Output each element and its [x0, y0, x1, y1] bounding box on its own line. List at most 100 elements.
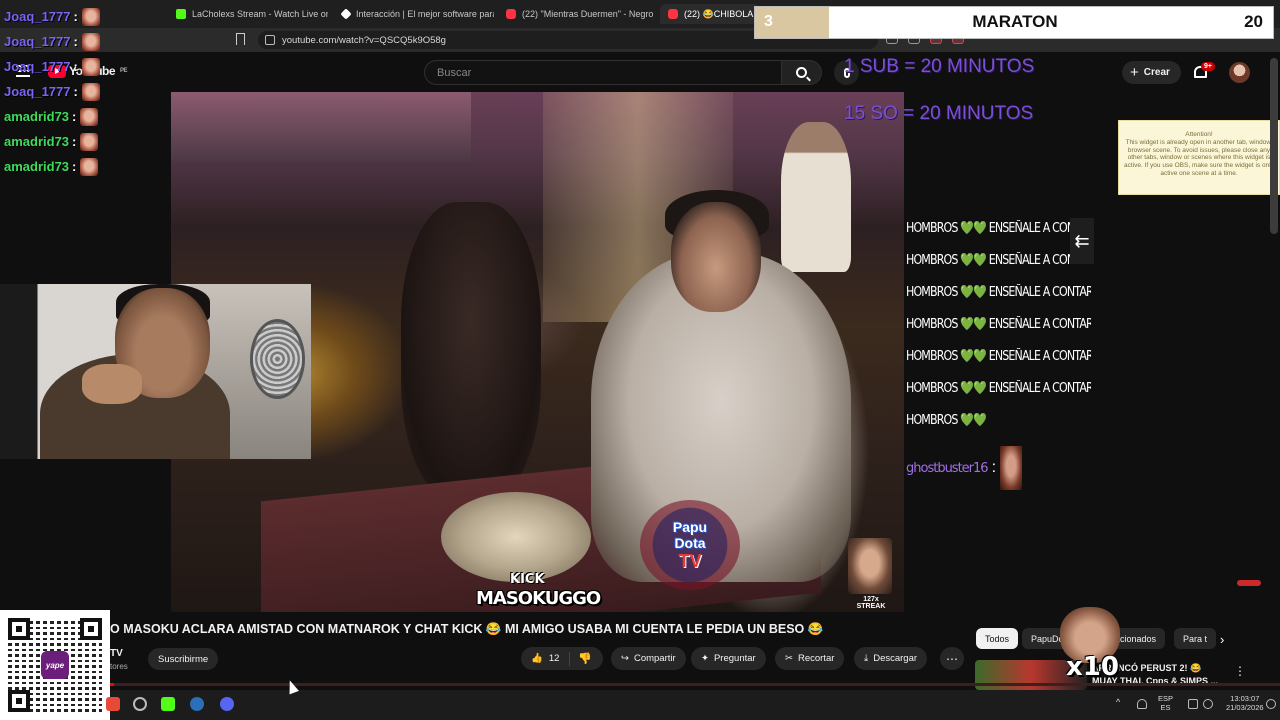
language-indicator[interactable]: ESP ES	[1158, 694, 1173, 713]
video-sky	[171, 92, 471, 162]
search-button[interactable]	[782, 60, 822, 85]
channel-name[interactable]: TV	[110, 648, 123, 659]
browser-tab[interactable]: (22) "Mientras Duermen" - Negro Go	[498, 4, 654, 24]
papu-text: Papu	[672, 518, 708, 535]
chip-todos[interactable]: Todos	[976, 628, 1019, 649]
chat-username: amadrid73	[4, 134, 70, 149]
video-title: O MASOKU ACLARA AMISTAD CON MATNAROK Y C…	[110, 622, 824, 636]
video-progress-fill	[110, 683, 114, 686]
x10-label: x10	[1066, 652, 1119, 682]
site-info-icon[interactable]	[265, 35, 275, 45]
more-actions-icon[interactable]: ⋯	[940, 647, 964, 670]
chat-colon: :	[73, 84, 78, 99]
clock[interactable]: 13:03:07 21/03/2026	[1226, 694, 1264, 713]
chat-emote	[81, 57, 100, 76]
chat-line: Joaq_1777:	[4, 4, 116, 29]
like-dislike-group: 👍 12 👎	[521, 647, 603, 670]
bookmark-icon[interactable]	[236, 33, 245, 45]
browser-tab-active[interactable]: (22) 😂CHIBOLA	[660, 4, 760, 24]
browser-tab[interactable]: Interacción | El mejor software para p	[334, 4, 494, 24]
chevron-up-icon[interactable]: ^	[1116, 697, 1126, 707]
chevron-right-icon[interactable]: ›	[1220, 632, 1224, 647]
clip-label: Recortar	[797, 653, 835, 664]
page-scrollbar[interactable]	[1270, 58, 1278, 234]
chat-colon: :	[72, 134, 77, 149]
video-waitress	[781, 122, 851, 272]
chat-username: amadrid73	[4, 159, 70, 174]
clock-time: 13:03:07	[1230, 694, 1260, 703]
thumbs-up-icon: 👍	[531, 653, 543, 664]
chat-spam-list: HOMBROS 💚💚 ENSEÑALE A CON HOMBROS 💚💚 ENSE…	[906, 212, 1091, 436]
steam-taskbar-icon[interactable]	[190, 697, 204, 711]
kick-taskbar-icon[interactable]	[161, 697, 175, 711]
sidebar-expand-icon[interactable]: ⇇	[1070, 218, 1094, 264]
volume-tray-icon[interactable]	[1203, 699, 1213, 709]
microphone-tray-icon[interactable]	[1137, 699, 1147, 709]
chat-colon: :	[72, 159, 77, 174]
brave-taskbar-icon[interactable]	[106, 697, 120, 711]
channel-subscribers: tores	[110, 662, 128, 671]
chat-spam-line: HOMBROS 💚💚 ENSEÑALE A CONTAR	[906, 284, 1091, 300]
video-man-head	[671, 202, 761, 312]
yape-logo: yape	[41, 651, 69, 679]
recommendation-menu-icon[interactable]: ⋮	[1234, 664, 1246, 678]
clock-date: 21/03/2026	[1226, 703, 1264, 713]
chip-para-ti[interactable]: Para t	[1174, 628, 1217, 649]
monitor-tray-icon[interactable]	[1188, 699, 1198, 709]
subscribe-button[interactable]: Suscribirme	[148, 648, 219, 670]
warning-title: Attention!	[1185, 131, 1213, 138]
chat-emote	[80, 157, 99, 176]
notification-tray-icon[interactable]	[1266, 699, 1276, 709]
tv-text: TV	[678, 550, 702, 571]
video-plate	[441, 492, 591, 582]
maraton-widget: 3 MARATON 20	[754, 6, 1274, 39]
chat-emote	[80, 132, 99, 151]
share-label: Compartir	[633, 653, 676, 664]
chat-spam-line: HOMBROS 💚💚 ENSEÑALE A CONTAR	[906, 316, 1091, 332]
chat-username: ghostbuster16	[906, 460, 989, 476]
chat-emote	[81, 32, 100, 51]
obs-taskbar-icon[interactable]	[133, 697, 147, 711]
papu-dota-tv-logo: Papu Dota TV	[640, 500, 740, 590]
download-button[interactable]: ⤓ Descargar	[854, 647, 928, 670]
browser-tab[interactable]: LaCholexs Stream - Watch Live on Ki	[168, 4, 328, 24]
create-label: Crear	[1143, 67, 1170, 78]
kick-logo-text: KICK	[510, 572, 545, 587]
chat-spam-line: HOMBROS 💚💚 ENSEÑALE A CONTAR	[906, 380, 1091, 396]
language-top: ESP	[1158, 694, 1174, 703]
share-arrow-icon: ↪	[621, 653, 629, 664]
tab-label: (22) "Mientras Duermen" - Negro Go	[522, 9, 654, 19]
dislike-button[interactable]: 👎	[570, 652, 592, 665]
chat-username: Joaq_1777	[4, 9, 71, 24]
like-count: 12	[548, 653, 560, 664]
webcam-fan	[250, 319, 305, 399]
chat-spam-line: HOMBROS 💚💚 ENSEÑALE A CON	[906, 220, 1075, 236]
create-button[interactable]: + Crear	[1122, 61, 1181, 84]
sub-rule-text: 1 SUB = 20 MINUTOS	[844, 56, 1035, 77]
chat-colon: :	[73, 34, 78, 49]
clip-button[interactable]: ✂ Recortar	[775, 647, 845, 670]
chat-line: Joaq_1777:	[4, 79, 116, 104]
discord-taskbar-icon[interactable]	[220, 697, 234, 711]
maraton-count: 3	[755, 7, 829, 38]
ask-button[interactable]: ✦ Preguntar	[691, 647, 766, 670]
sparkle-icon: ✦	[701, 653, 709, 664]
like-button[interactable]: 👍 12	[521, 651, 571, 666]
url-text: youtube.com/watch?v=QSCQ5k9O58g	[282, 34, 446, 46]
webcam-feed	[0, 284, 311, 459]
chat-spam-line: HOMBROS 💚💚	[906, 412, 987, 428]
warning-body: This widget is already open in another t…	[1124, 138, 1274, 177]
streak-emote	[848, 538, 892, 594]
account-avatar[interactable]	[1229, 62, 1250, 83]
chat-spam-line: HOMBROS 💚💚 ENSEÑALE A CONTAR	[906, 348, 1091, 364]
streak-widget: 127x STREAK	[848, 538, 894, 610]
chat-username: Joaq_1777	[4, 34, 71, 49]
youtube-favicon-icon	[506, 9, 516, 19]
diamond-favicon-icon	[340, 8, 352, 20]
chat-line: amadrid73:	[4, 129, 116, 154]
ask-label: Preguntar	[713, 653, 756, 664]
live-indicator	[1237, 580, 1261, 586]
search-input[interactable]: Buscar	[424, 60, 782, 85]
language-bottom: ES	[1160, 703, 1171, 713]
share-button[interactable]: ↪ Compartir	[611, 647, 686, 670]
